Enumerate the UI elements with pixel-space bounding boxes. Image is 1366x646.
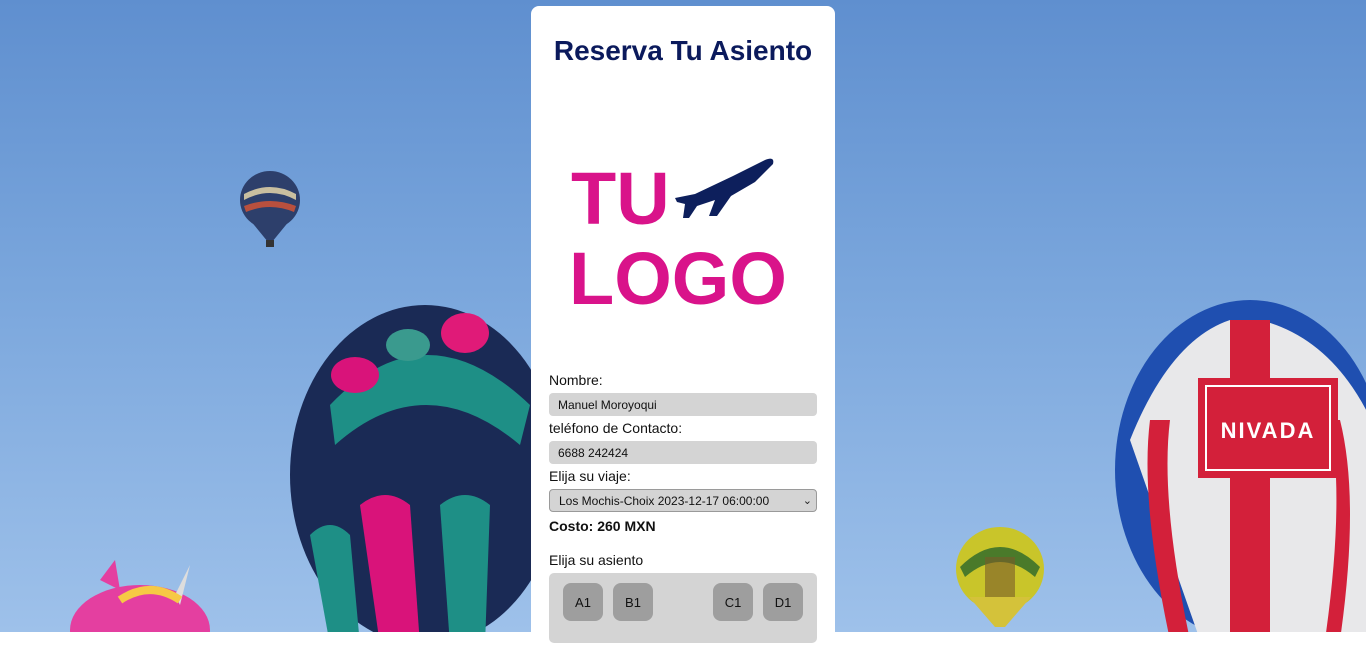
company-logo: TU LOGO: [567, 152, 799, 320]
reservation-card: Reserva Tu Asiento TU LOGO Nombre: Manue…: [531, 6, 835, 646]
trip-select-value: Los Mochis-Choix 2023-12-17 06:00:00: [559, 493, 770, 508]
name-label: Nombre:: [549, 372, 603, 388]
seat-a1[interactable]: A1: [563, 583, 603, 621]
airplane-icon: [675, 158, 774, 218]
seat-map: A1 B1 C1 D1: [549, 573, 817, 643]
seat-c1[interactable]: C1: [713, 583, 753, 621]
logo-text-line2: LOGO: [569, 237, 787, 312]
seat-d1[interactable]: D1: [763, 583, 803, 621]
trip-select[interactable]: Los Mochis-Choix 2023-12-17 06:00:00 ⌄: [549, 489, 817, 512]
page-title: Reserva Tu Asiento: [553, 35, 813, 66]
cost-text: Costo: 260 MXN: [549, 518, 656, 534]
hot-air-balloon-yellow: [956, 527, 1044, 627]
hot-air-balloon-large-right: NIVADA: [1115, 300, 1366, 632]
hot-air-balloon-small: [240, 171, 300, 247]
seat-b1[interactable]: B1: [613, 583, 653, 621]
phone-input[interactable]: 6688 242424: [549, 441, 817, 464]
unicorn-balloon: [70, 560, 210, 632]
chevron-down-icon: ⌄: [802, 495, 812, 507]
reservation-form: Nombre: Manuel Moroyoqui teléfono de Con…: [549, 372, 817, 643]
logo-text-line1: TU: [571, 157, 670, 240]
seat-label: Elija su asiento: [549, 552, 644, 568]
phone-label: teléfono de Contacto:: [549, 420, 683, 436]
name-input[interactable]: Manuel Moroyoqui: [549, 393, 817, 416]
balloon-banner-text: NIVADA: [1221, 418, 1316, 443]
hot-air-balloon-large-left: [290, 305, 540, 632]
trip-label: Elija su viaje:: [549, 468, 631, 484]
